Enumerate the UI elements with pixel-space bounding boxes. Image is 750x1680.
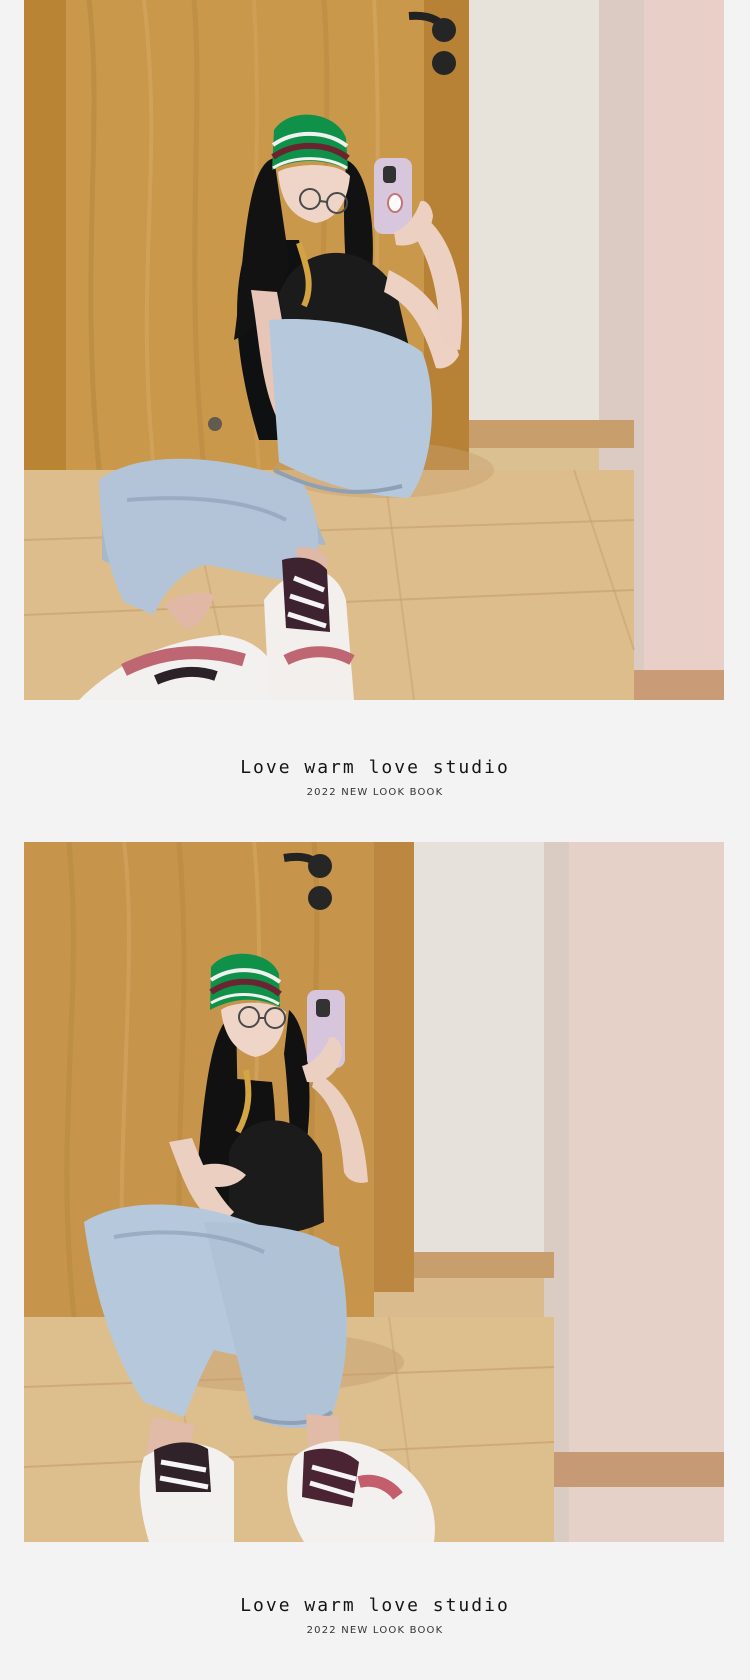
seated-mirror-selfie-photo: [24, 842, 724, 1542]
lookbook-caption-2: Love warm love studio 2022 NEW LOOK BOOK: [0, 1594, 750, 1638]
caption-subtitle: 2022 NEW LOOK BOOK: [306, 787, 444, 798]
lookbook-page: Love warm love studio 2022 NEW LOOK BOOK: [0, 0, 750, 1680]
caption-subtitle: 2022 NEW LOOK BOOK: [306, 1625, 444, 1636]
lookbook-caption-1: Love warm love studio 2022 NEW LOOK BOOK: [0, 756, 750, 800]
seated-mirror-selfie-photo: [24, 0, 724, 700]
caption-title: Love warm love studio: [240, 757, 510, 778]
caption-title: Love warm love studio: [240, 1595, 510, 1616]
lookbook-photo-2: [24, 842, 724, 1542]
lookbook-photo-1: [24, 0, 724, 700]
